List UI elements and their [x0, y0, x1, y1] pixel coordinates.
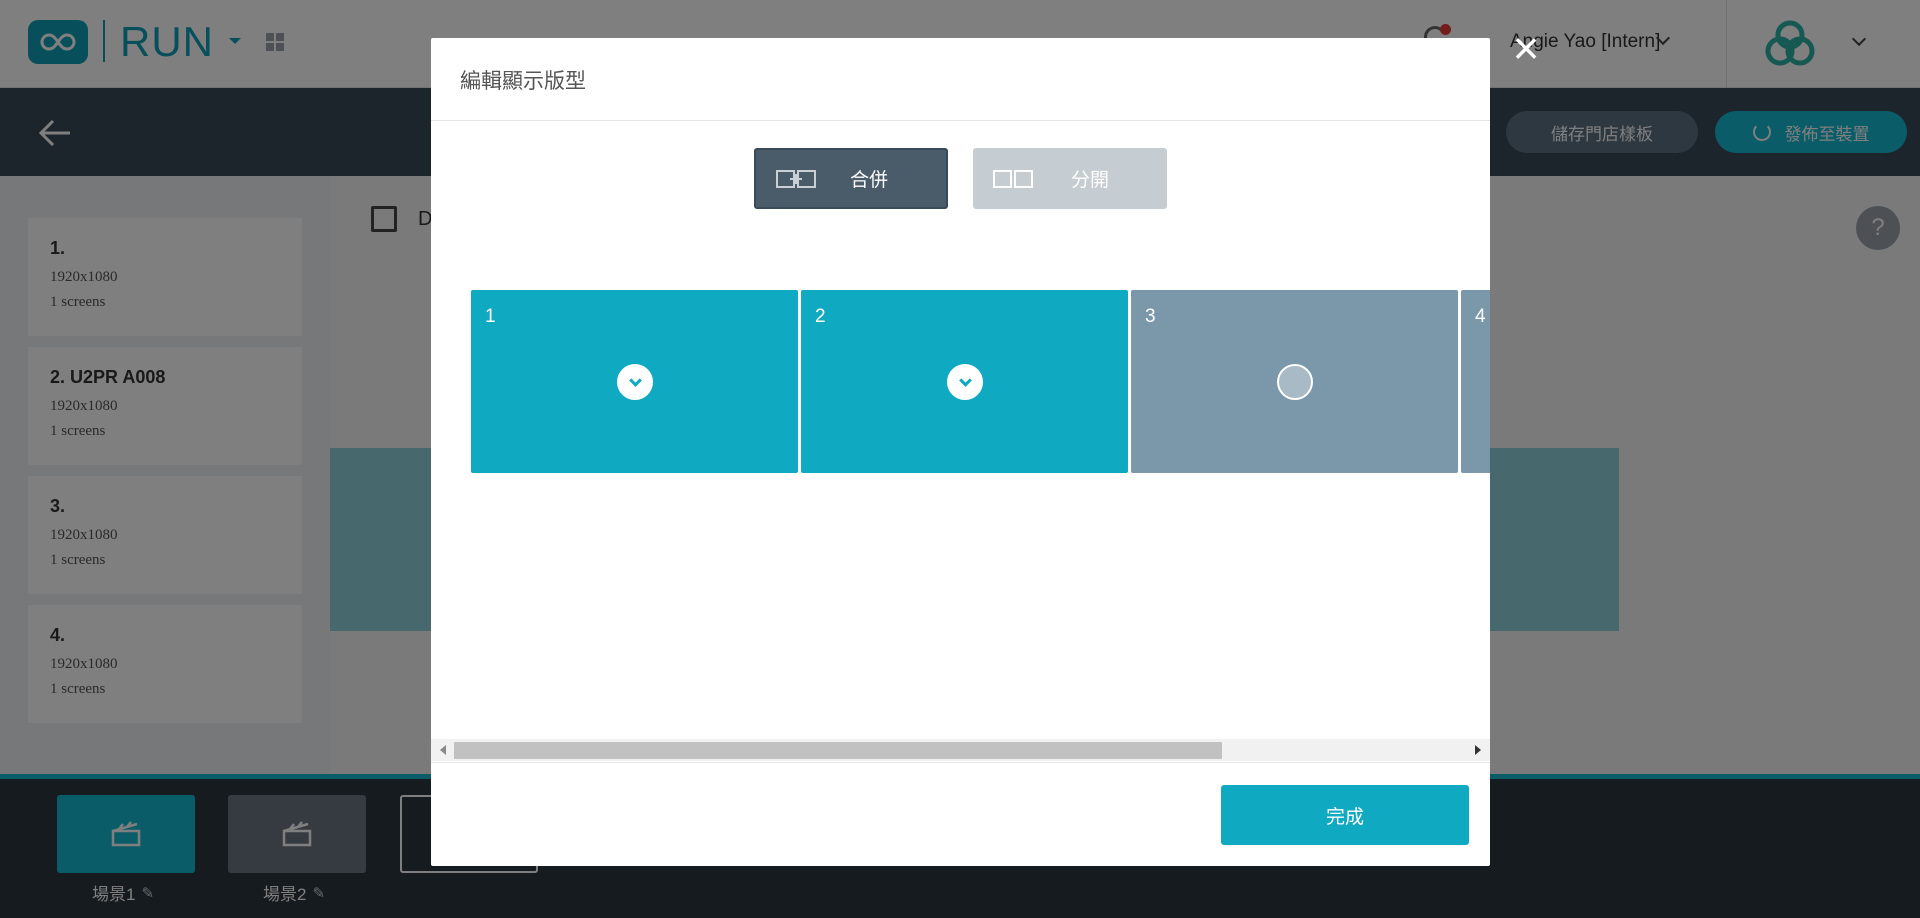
screen-cell-area: 1 2 3 4	[431, 238, 1490, 738]
split-button[interactable]: 分開	[973, 148, 1167, 209]
split-icon	[993, 169, 1033, 188]
close-icon[interactable]: ×	[1508, 25, 1544, 71]
chevron-down-icon	[958, 373, 972, 387]
screen-cell[interactable]: 1	[471, 290, 798, 473]
merge-button[interactable]: 合併	[754, 148, 948, 209]
merge-label: 合併	[850, 170, 889, 191]
cell-checkbox[interactable]	[947, 364, 983, 400]
cell-number: 3	[1145, 306, 1156, 327]
scroll-left-icon[interactable]	[440, 745, 446, 755]
cell-number: 1	[485, 306, 496, 327]
cell-checkbox[interactable]	[617, 364, 653, 400]
edit-layout-dialog: 編輯顯示版型 合併 分開 1 2 3 4 完成	[431, 38, 1490, 866]
dialog-title: 編輯顯示版型	[460, 70, 586, 93]
merge-icon	[776, 169, 816, 188]
chevron-down-icon	[628, 373, 642, 387]
scroll-right-icon[interactable]	[1475, 745, 1481, 755]
dialog-header: 編輯顯示版型	[431, 38, 1490, 121]
done-button[interactable]: 完成	[1221, 785, 1469, 845]
screen-cell[interactable]: 2	[801, 290, 1128, 473]
cell-number: 2	[815, 306, 826, 327]
cell-number: 4	[1475, 306, 1486, 327]
split-label: 分開	[1071, 170, 1110, 191]
cell-checkbox[interactable]	[1277, 364, 1313, 400]
horizontal-scrollbar[interactable]	[431, 739, 1490, 761]
screen-cell[interactable]: 3	[1131, 290, 1458, 473]
screen-cell[interactable]: 4	[1461, 290, 1490, 473]
scrollbar-thumb[interactable]	[454, 742, 1222, 759]
